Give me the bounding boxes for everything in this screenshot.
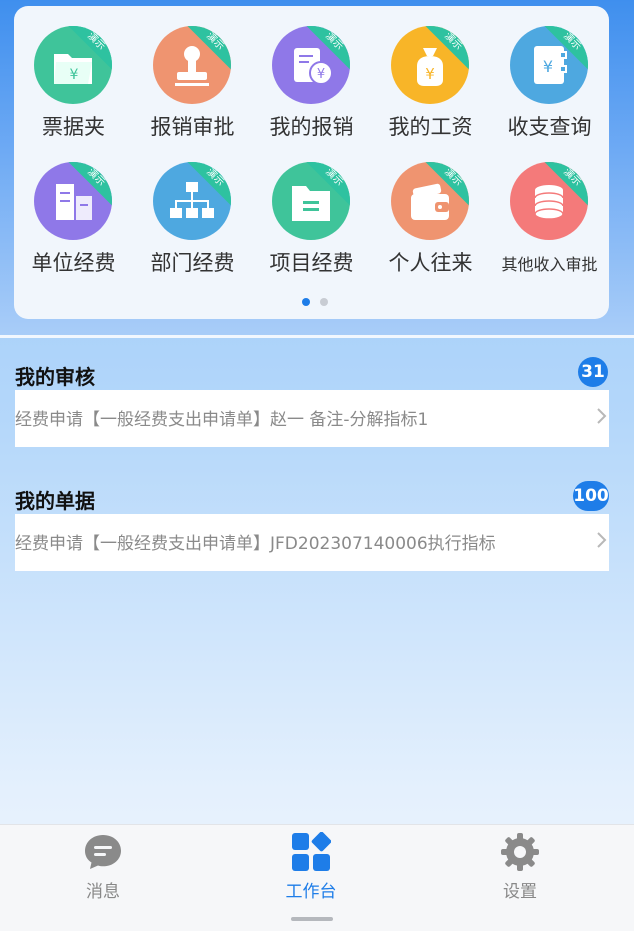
tab-workbench[interactable]: 工作台 bbox=[241, 825, 381, 905]
documents-count-badge: 100 bbox=[573, 481, 609, 511]
chat-bubble-icon bbox=[85, 835, 121, 869]
documents-item-text: 经费申请【一般经费支出申请单】JFD202307140006执行指标 bbox=[15, 534, 496, 554]
folder-yen-icon: ¥ 演示 bbox=[34, 26, 112, 104]
tab-messages[interactable]: 消息 bbox=[33, 825, 173, 905]
app-label: 单位经费 bbox=[31, 251, 116, 275]
app-item[interactable]: ¥ 演示我的工资 bbox=[371, 6, 490, 139]
wallet-icon: 演示 bbox=[391, 162, 469, 240]
app-item[interactable]: 演示 单位经费 bbox=[14, 142, 133, 275]
review-list-item[interactable]: 经费申请【一般经费支出申请单】赵一 备注-分解指标1 bbox=[15, 390, 609, 447]
app-label: 收支查询 bbox=[507, 115, 592, 139]
app-item[interactable]: 演示 个人往来 bbox=[371, 142, 490, 275]
svg-text:¥: ¥ bbox=[543, 57, 553, 76]
app-label: 项目经费 bbox=[269, 251, 354, 275]
chevron-right-icon bbox=[597, 532, 607, 548]
ledger-yen-icon: ¥ 演示 bbox=[510, 26, 588, 104]
tab-messages-label: 消息 bbox=[86, 882, 120, 902]
app-item[interactable]: 演示 部门经费 bbox=[133, 142, 252, 275]
tab-settings-label: 设置 bbox=[503, 882, 537, 902]
review-item-text: 经费申请【一般经费支出申请单】赵一 备注-分解指标1 bbox=[15, 410, 429, 430]
app-label: 部门经费 bbox=[150, 251, 235, 275]
svg-text:¥: ¥ bbox=[70, 67, 79, 83]
app-item[interactable]: ¥ 演示收支查询 bbox=[490, 6, 609, 139]
svg-text:¥: ¥ bbox=[425, 65, 435, 83]
tab-settings[interactable]: 设置 bbox=[450, 825, 590, 905]
documents-list-item[interactable]: 经费申请【一般经费支出申请单】JFD202307140006执行指标 bbox=[15, 514, 609, 571]
org-chart-icon: 演示 bbox=[153, 162, 231, 240]
page-dot[interactable] bbox=[320, 298, 328, 306]
folder-icon: 演示 bbox=[272, 162, 350, 240]
document-yen-icon: ¥ 演示 bbox=[272, 26, 350, 104]
documents-section-title: 我的单据 bbox=[15, 489, 95, 513]
app-item[interactable]: ¥ 演示我的报销 bbox=[252, 6, 371, 139]
review-count-badge: 31 bbox=[578, 357, 608, 387]
svg-text:¥: ¥ bbox=[317, 67, 325, 82]
workbench-grid-icon bbox=[292, 832, 331, 871]
divider bbox=[0, 335, 634, 338]
app-item[interactable]: 演示 报销审批 bbox=[133, 6, 252, 139]
tab-workbench-label: 工作台 bbox=[285, 882, 337, 902]
app-label: 个人往来 bbox=[388, 251, 473, 275]
app-label: 我的报销 bbox=[269, 115, 354, 139]
review-section-title: 我的审核 bbox=[15, 365, 95, 389]
app-item[interactable]: ¥ 演示票据夹 bbox=[14, 6, 133, 139]
app-item[interactable]: 演示 其他收入审批 bbox=[490, 142, 609, 274]
app-label: 我的工资 bbox=[388, 115, 473, 139]
home-indicator bbox=[291, 917, 333, 921]
coins-stack-icon: 演示 bbox=[510, 162, 588, 240]
app-label: 其他收入审批 bbox=[501, 255, 598, 274]
building-icon: 演示 bbox=[34, 162, 112, 240]
app-label: 票据夹 bbox=[42, 115, 105, 139]
app-label: 报销审批 bbox=[150, 115, 235, 139]
app-item[interactable]: 演示 项目经费 bbox=[252, 142, 371, 275]
stamp-icon: 演示 bbox=[153, 26, 231, 104]
bottom-tab-bar: 消息 工作台 设置 bbox=[0, 824, 634, 931]
app-grid-card: ¥ 演示 票据夹 演示 报销审批 ¥ 演示 我的报销 ¥ 演示 我的工资 ¥ 演示 收支查询 演示 单位经费演… bbox=[14, 6, 609, 319]
page-dot-active[interactable] bbox=[302, 298, 310, 306]
gear-icon bbox=[501, 833, 539, 871]
chevron-right-icon bbox=[597, 408, 607, 424]
money-bag-icon: ¥ 演示 bbox=[391, 26, 469, 104]
